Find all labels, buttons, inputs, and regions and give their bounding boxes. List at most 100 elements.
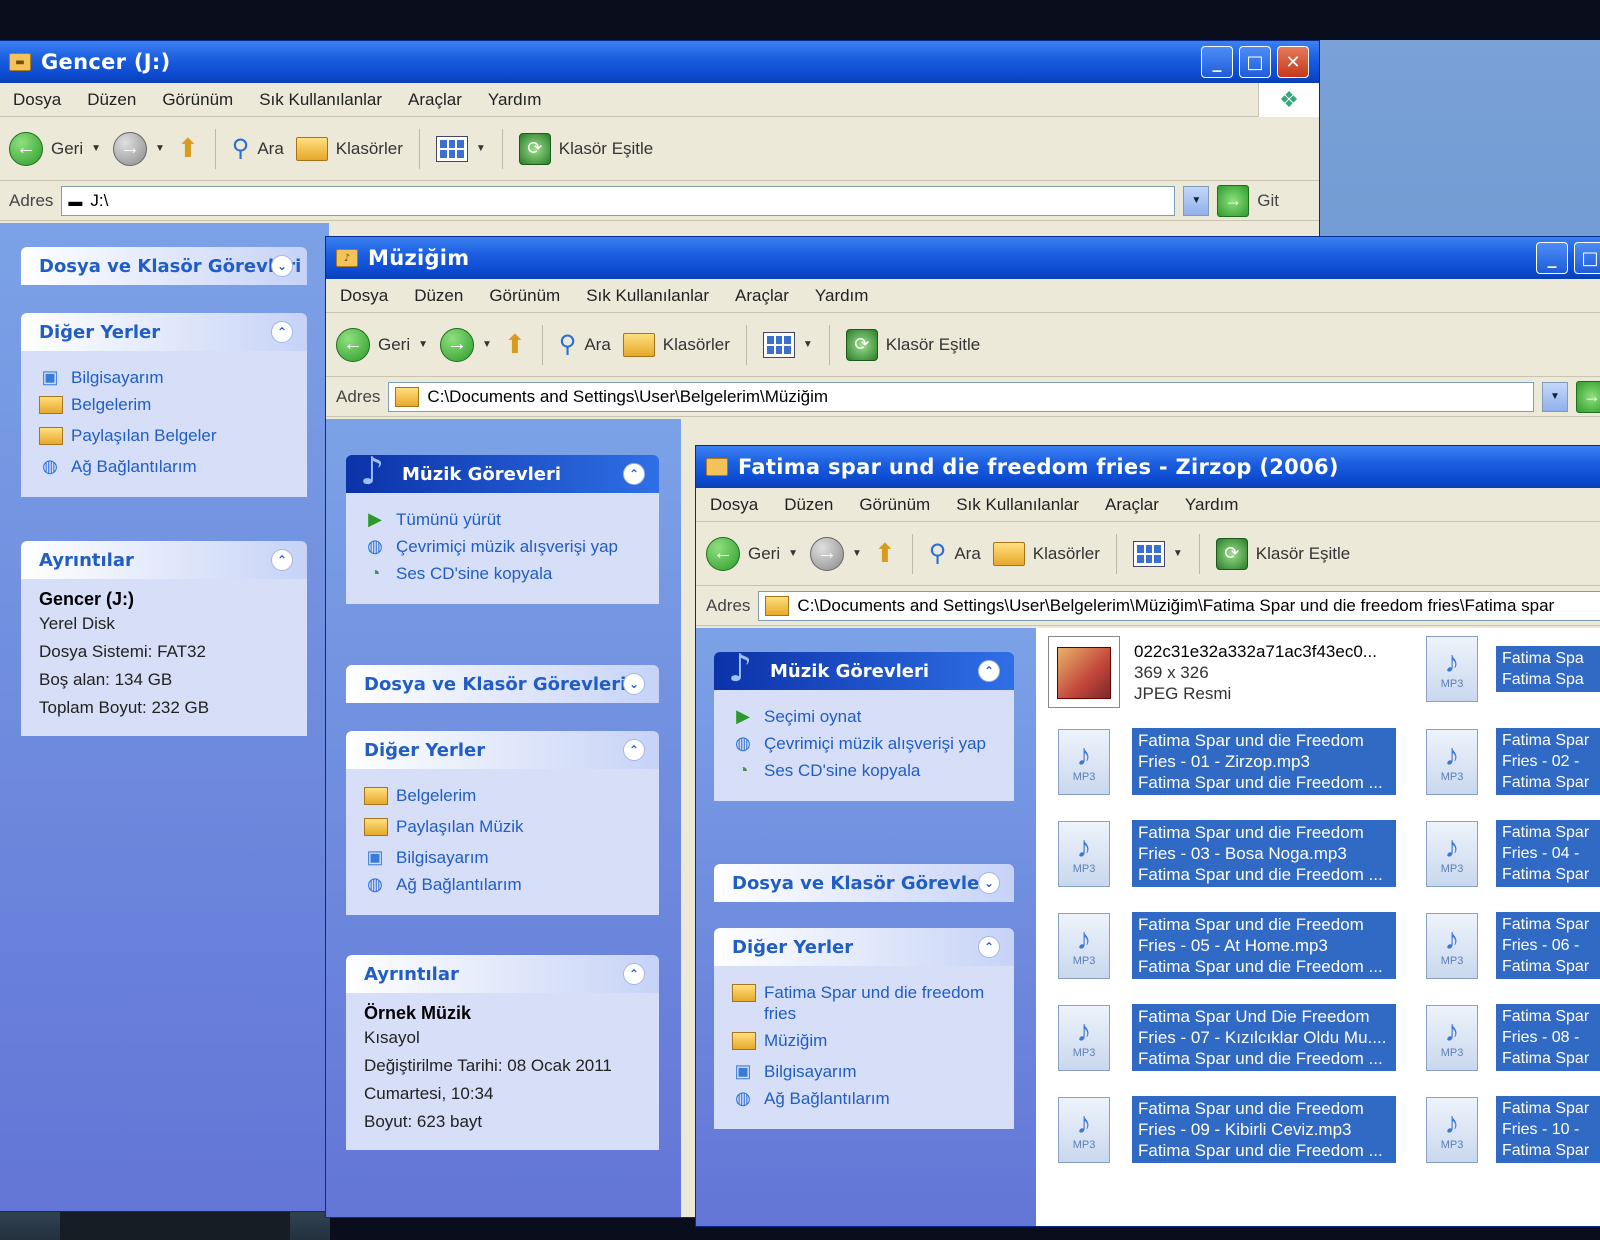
file-item-mp3[interactable]: ♪ MP3 Fatima Spar Fries - 02 - Fatima Spar xyxy=(1426,728,1600,795)
file-item-mp3[interactable]: ♪ MP3 Fatima Spar Und Die Freedom Fries - … xyxy=(1058,1004,1396,1071)
link-my-computer[interactable]: ▣ Bilgisayarım xyxy=(732,1061,996,1082)
collapse-chevron-icon[interactable]: ⌃ xyxy=(978,936,1000,958)
file-item-mp3[interactable]: ♪ MP3 Fatima Spar Fries - 06 - Fatima Spar xyxy=(1426,912,1600,979)
link-play-selection[interactable]: ▶ Seçimi oynat xyxy=(732,706,996,727)
menu-file[interactable]: Dosya xyxy=(340,286,388,306)
back-button[interactable]: ← Geri ▼ xyxy=(9,131,101,166)
link-shop-music-online[interactable]: ◍ Çevrimiçi müzik alışverişi yap xyxy=(732,733,996,754)
address-input[interactable]: C:\Documents and Settings\User\Belgeleri… xyxy=(388,381,1534,412)
file-item-mp3[interactable]: ♪ MP3 Fatima Spar und die Freedom Fries - … xyxy=(1058,728,1396,795)
menu-tools[interactable]: Araçlar xyxy=(1105,495,1159,515)
address-dropdown[interactable]: ▼ xyxy=(1542,381,1568,412)
menu-help[interactable]: Yardım xyxy=(1185,495,1239,515)
go-arrow-icon[interactable]: → xyxy=(1576,380,1600,413)
back-button[interactable]: ← Geri ▼ xyxy=(706,536,798,571)
collapse-chevron-icon[interactable]: ⌃ xyxy=(623,963,645,985)
link-my-computer[interactable]: ▣ Bilgisayarım xyxy=(39,367,289,388)
link-copy-to-cd[interactable]: ◔ Ses CD'sine kopyala xyxy=(364,563,641,584)
link-my-documents[interactable]: Belgelerim xyxy=(39,394,289,419)
folder-sync-button[interactable]: ⟳ Klasör Eşitle xyxy=(518,132,653,165)
title-bar[interactable]: Fatima spar und die freedom fries - Zirz… xyxy=(696,446,1600,488)
link-my-computer[interactable]: ▣ Bilgisayarım xyxy=(364,847,641,868)
search-icon: ⚲ xyxy=(558,331,577,358)
link-shared-music[interactable]: Paylaşılan Müzik xyxy=(364,816,641,841)
views-button[interactable]: ▼ xyxy=(435,135,486,162)
close-button[interactable]: ✕ xyxy=(1277,46,1309,78)
menu-edit[interactable]: Düzen xyxy=(784,495,833,515)
title-bar[interactable]: ▬ Gencer (J:) _ □ ✕ xyxy=(0,41,1319,83)
link-my-music[interactable]: Müziğim xyxy=(732,1030,996,1055)
expand-chevron-icon[interactable]: ⌄ xyxy=(978,872,1000,894)
menu-view[interactable]: Görünüm xyxy=(162,90,233,110)
minimize-button[interactable]: _ xyxy=(1536,242,1568,274)
expand-chevron-icon[interactable]: ⌄ xyxy=(623,673,645,695)
file-item-mp3[interactable]: ♪ MP3 Fatima Spar Fries - 08 - Fatima Spar xyxy=(1426,1004,1600,1071)
menu-file[interactable]: Dosya xyxy=(13,90,61,110)
link-shared-documents[interactable]: Paylaşılan Belgeler xyxy=(39,425,289,450)
folders-button[interactable]: Klasörler xyxy=(622,332,730,357)
link-parent-folder[interactable]: Fatima Spar und die freedom fries xyxy=(732,982,996,1024)
menu-view[interactable]: Görünüm xyxy=(489,286,560,306)
menu-help[interactable]: Yardım xyxy=(488,90,542,110)
forward-button[interactable]: → ▼ xyxy=(810,536,862,571)
address-dropdown[interactable]: ▼ xyxy=(1183,185,1210,216)
collapse-chevron-icon[interactable]: ⌃ xyxy=(271,549,293,571)
folder-sync-button[interactable]: ⟳ Klasör Eşitle xyxy=(1215,537,1350,570)
link-shop-music-online[interactable]: ◍ Çevrimiçi müzik alışverişi yap xyxy=(364,536,641,557)
forward-button[interactable]: → ▼ xyxy=(440,327,492,362)
menu-favorites[interactable]: Sık Kullanılanlar xyxy=(956,495,1079,515)
forward-button[interactable]: → ▼ xyxy=(113,131,165,166)
folder-up-icon[interactable]: ⬆ xyxy=(874,538,896,569)
views-button[interactable]: ▼ xyxy=(762,331,813,358)
search-button[interactable]: ⚲ Ara xyxy=(929,539,981,568)
collapse-chevron-icon[interactable]: ⌃ xyxy=(978,660,1000,682)
search-button[interactable]: ⚲ Ara xyxy=(232,134,284,163)
menu-edit[interactable]: Düzen xyxy=(87,90,136,110)
maximize-button[interactable]: □ xyxy=(1574,242,1600,274)
link-my-documents[interactable]: Belgelerim xyxy=(364,785,641,810)
folders-button[interactable]: Klasörler xyxy=(992,541,1100,566)
panel-file-tasks[interactable]: Dosya ve Klasör Görevleri ⌄ xyxy=(346,665,659,703)
panel-details: Ayrıntılar ⌃ Örnek Müzik Kısayol Değiştir… xyxy=(346,955,659,1150)
menu-tools[interactable]: Araçlar xyxy=(408,90,462,110)
file-item-mp3[interactable]: ♪ MP3 Fatima Spar Fries - 10 - Fatima Spar xyxy=(1426,1096,1600,1163)
minimize-button[interactable]: _ xyxy=(1201,46,1233,78)
go-arrow-icon[interactable]: → xyxy=(1217,184,1250,217)
file-item-jpeg[interactable]: 022c31e32a332a71ac3f43ec0... 369 x 326 J… xyxy=(1048,636,1377,708)
panel-file-tasks[interactable]: Dosya ve Klasör Görevleri ⌄ xyxy=(714,864,1014,902)
file-item-mp3[interactable]: ♪ MP3 Fatima Spar und die Freedom Fries - … xyxy=(1058,820,1396,887)
menu-edit[interactable]: Düzen xyxy=(414,286,463,306)
maximize-button[interactable]: □ xyxy=(1239,46,1271,78)
link-copy-to-cd[interactable]: ◔ Ses CD'sine kopyala xyxy=(732,760,996,781)
file-item-mp3[interactable]: ♪ MP3 Fatima Spa Fatima Spa xyxy=(1426,636,1600,702)
address-input[interactable]: ▬ J:\ xyxy=(61,185,1176,216)
file-item-mp3[interactable]: ♪ MP3 Fatima Spar und die Freedom Fries - … xyxy=(1058,912,1396,979)
link-play-all[interactable]: ▶ Tümünü yürüt xyxy=(364,509,641,530)
file-item-mp3[interactable]: ♪ MP3 Fatima Spar und die Freedom Fries - … xyxy=(1058,1096,1396,1163)
menu-file[interactable]: Dosya xyxy=(710,495,758,515)
search-button[interactable]: ⚲ Ara xyxy=(559,330,611,359)
collapse-chevron-icon[interactable]: ⌃ xyxy=(623,463,645,485)
menu-help[interactable]: Yardım xyxy=(815,286,869,306)
folder-up-icon[interactable]: ⬆ xyxy=(177,133,199,164)
link-network-connections[interactable]: ◍ Ağ Bağlantılarım xyxy=(732,1088,996,1109)
collapse-chevron-icon[interactable]: ⌃ xyxy=(271,321,293,343)
menu-favorites[interactable]: Sık Kullanılanlar xyxy=(259,90,382,110)
menu-view[interactable]: Görünüm xyxy=(859,495,930,515)
link-network-connections[interactable]: ◍ Ağ Bağlantılarım xyxy=(364,874,641,895)
back-button[interactable]: ← Geri ▼ xyxy=(336,327,428,362)
expand-chevron-icon[interactable]: ⌄ xyxy=(271,255,293,277)
menu-favorites[interactable]: Sık Kullanılanlar xyxy=(586,286,709,306)
menu-tools[interactable]: Araçlar xyxy=(735,286,789,306)
panel-file-tasks[interactable]: Dosya ve Klasör Görevleri ⌄ xyxy=(21,247,307,285)
collapse-chevron-icon[interactable]: ⌃ xyxy=(623,739,645,761)
views-button[interactable]: ▼ xyxy=(1132,540,1183,567)
address-input[interactable]: C:\Documents and Settings\User\Belgeleri… xyxy=(758,590,1600,621)
file-item-mp3[interactable]: ♪ MP3 Fatima Spar Fries - 04 - Fatima Spar xyxy=(1426,820,1600,887)
folder-up-icon[interactable]: ⬆ xyxy=(504,329,526,360)
folders-button[interactable]: Klasörler xyxy=(295,136,403,161)
folder-sync-button[interactable]: ⟳ Klasör Eşitle xyxy=(845,328,980,361)
link-network-connections[interactable]: ◍ Ağ Bağlantılarım xyxy=(39,456,289,477)
go-button-label[interactable]: Git xyxy=(1257,191,1279,211)
title-bar[interactable]: ♪ Müziğim _ □ xyxy=(326,237,1600,279)
